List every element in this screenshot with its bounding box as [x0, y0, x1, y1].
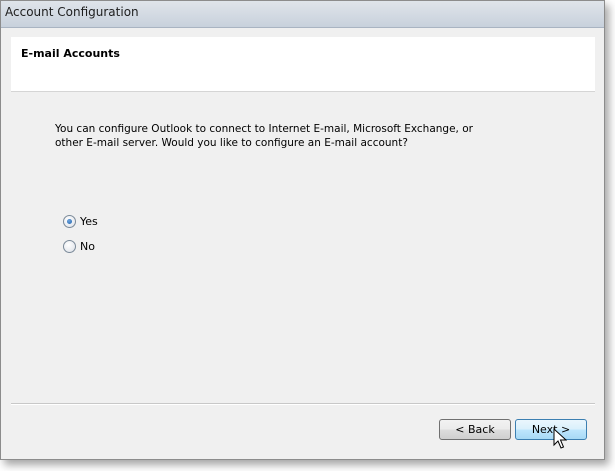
back-button[interactable]: < Back — [439, 419, 511, 440]
radio-no-button[interactable] — [63, 239, 76, 253]
radio-yes-button[interactable] — [63, 214, 76, 228]
title-bar: Account Configuration — [1, 1, 604, 28]
radio-yes-label[interactable]: Yes — [80, 215, 98, 228]
header-panel: E-mail Accounts — [11, 37, 595, 92]
window-title: Account Configuration — [5, 5, 139, 19]
page-title: E-mail Accounts — [21, 47, 120, 60]
footer-divider — [11, 403, 595, 405]
radio-yes[interactable]: Yes — [63, 213, 98, 229]
mouse-pointer-icon — [553, 428, 567, 449]
account-configuration-window: Account Configuration E-mail Accounts Yo… — [0, 0, 605, 460]
next-button[interactable]: Next > — [515, 419, 587, 440]
radio-no-label[interactable]: No — [80, 240, 95, 253]
radio-no[interactable]: No — [63, 238, 95, 254]
description-text: You can configure Outlook to connect to … — [55, 123, 473, 149]
